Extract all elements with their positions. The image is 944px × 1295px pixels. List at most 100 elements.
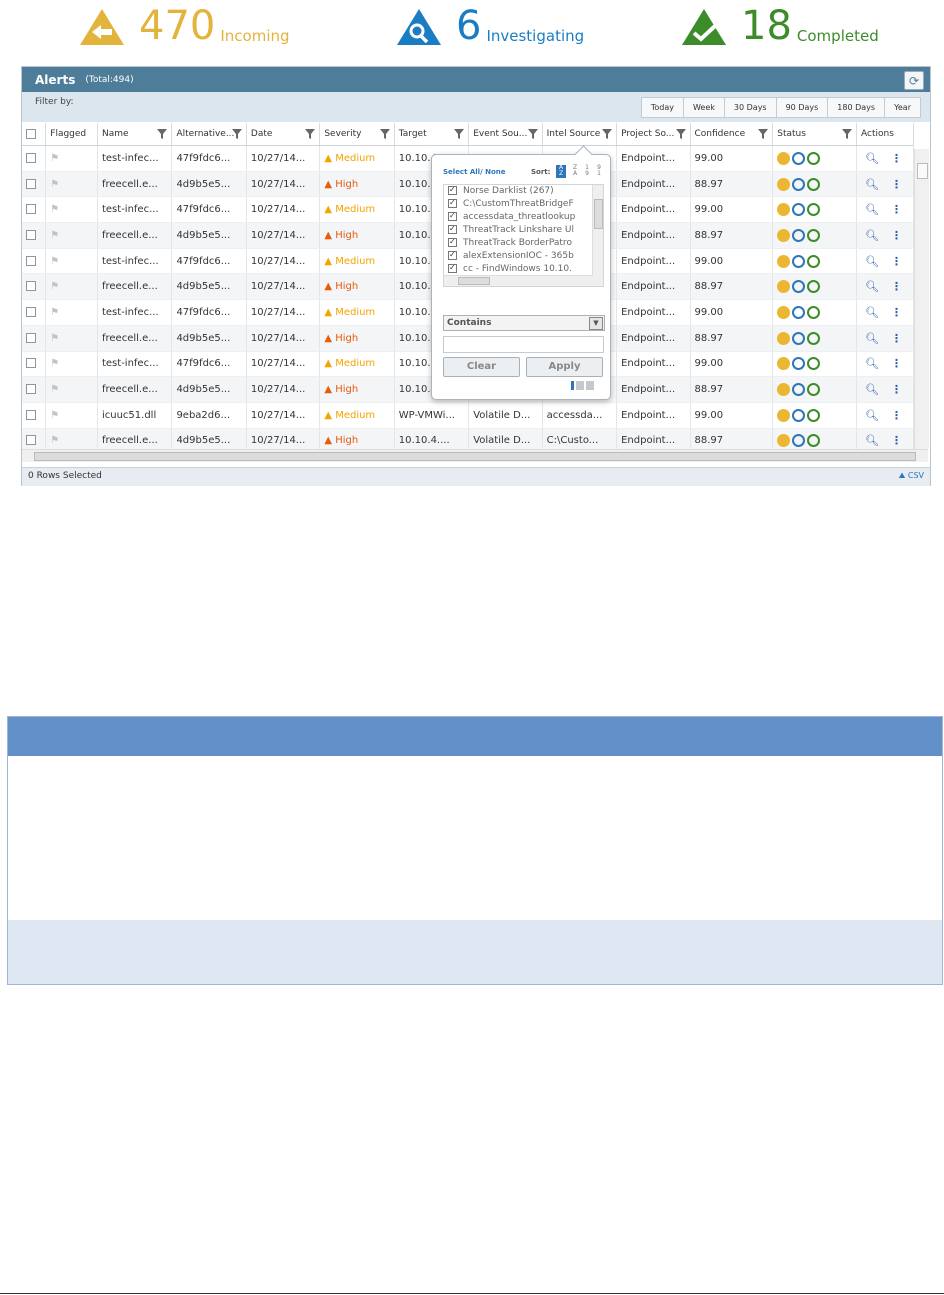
- column-header-name[interactable]: Name: [97, 123, 173, 146]
- table-vertical-scrollbar[interactable]: [914, 149, 929, 449]
- status-investigating-icon[interactable]: [792, 383, 806, 397]
- status-completed-icon[interactable]: [807, 177, 821, 191]
- investigate-search-icon[interactable]: 🔍︎: [865, 306, 879, 319]
- row-checkbox[interactable]: [26, 384, 36, 395]
- table-row[interactable]: ⚑ icuuc51.dll 9eba2d6... 10/27/14... ▲ Mediu…: [22, 402, 914, 429]
- filter-option-checkbox[interactable]: [448, 235, 457, 248]
- chevron-down-icon[interactable]: ▼: [589, 317, 603, 330]
- pager-dot[interactable]: [586, 381, 594, 390]
- status-incoming-icon[interactable]: [777, 203, 791, 217]
- select-all-header[interactable]: [22, 123, 47, 146]
- row-select-cell[interactable]: [22, 145, 47, 172]
- select-none-link[interactable]: None: [485, 168, 505, 176]
- status-incoming-icon[interactable]: [777, 383, 791, 397]
- row-select-cell[interactable]: [22, 325, 47, 352]
- row-checkbox[interactable]: [26, 152, 36, 163]
- filter-option[interactable]: C:\CustomThreatBridgeF: [444, 196, 603, 211]
- more-actions-icon[interactable]: ⋮: [891, 255, 902, 268]
- filter-operator-select[interactable]: Contains ▼: [443, 315, 605, 331]
- filter-funnel-icon[interactable]: [527, 129, 538, 139]
- filter-option-checkbox[interactable]: [448, 185, 457, 196]
- status-incoming-icon[interactable]: [777, 228, 791, 242]
- status-incoming-icon[interactable]: [777, 151, 791, 165]
- range-180-days-button[interactable]: 180 Days: [827, 97, 886, 118]
- filter-option[interactable]: Norse Darklist (267): [444, 185, 603, 198]
- filter-option-checkbox[interactable]: [448, 248, 457, 261]
- status-cell[interactable]: [772, 273, 858, 301]
- status-completed-icon[interactable]: [807, 151, 821, 165]
- flag-cell[interactable]: ⚑: [45, 351, 98, 378]
- flag-icon[interactable]: ⚑: [50, 358, 59, 369]
- flag-cell[interactable]: ⚑: [45, 248, 98, 275]
- investigate-search-icon[interactable]: 🔍︎: [865, 409, 879, 422]
- column-header-status[interactable]: Status: [772, 123, 858, 146]
- status-investigating-icon[interactable]: [792, 434, 806, 448]
- row-select-cell[interactable]: [22, 402, 47, 429]
- flag-icon[interactable]: ⚑: [50, 230, 59, 241]
- row-select-cell[interactable]: [22, 351, 47, 378]
- filter-option-checkbox[interactable]: [448, 209, 457, 222]
- pager-dot[interactable]: [576, 381, 584, 390]
- row-select-cell[interactable]: [22, 222, 47, 249]
- flag-icon[interactable]: ⚑: [50, 384, 59, 395]
- more-actions-icon[interactable]: ⋮: [891, 178, 902, 191]
- investigate-search-icon[interactable]: 🔍︎: [865, 178, 879, 191]
- column-header-date[interactable]: Date: [246, 123, 321, 146]
- pager-dot[interactable]: [571, 381, 574, 390]
- status-completed-icon[interactable]: [807, 434, 821, 448]
- clear-button[interactable]: Clear: [443, 357, 520, 377]
- status-completed-icon[interactable]: [807, 357, 821, 371]
- apply-button[interactable]: Apply: [526, 357, 603, 377]
- more-actions-icon[interactable]: ⋮: [891, 332, 902, 345]
- refresh-icon[interactable]: ⟳: [904, 71, 924, 90]
- filter-option[interactable]: accessdata_threatlookup: [444, 209, 603, 224]
- investigate-search-icon[interactable]: 🔍︎: [865, 332, 879, 345]
- status-investigating-icon[interactable]: [792, 254, 806, 268]
- status-completed-icon[interactable]: [807, 331, 821, 345]
- more-actions-icon[interactable]: ⋮: [891, 152, 902, 165]
- more-actions-icon[interactable]: ⋮: [891, 409, 902, 422]
- options-vertical-scrollbar[interactable]: [592, 185, 603, 286]
- flag-icon[interactable]: ⚑: [50, 281, 59, 292]
- status-completed-icon[interactable]: [807, 203, 821, 217]
- investigate-search-icon[interactable]: 🔍︎: [865, 383, 879, 396]
- row-checkbox[interactable]: [26, 178, 36, 189]
- status-cell[interactable]: [772, 171, 858, 198]
- status-incoming-icon[interactable]: [777, 280, 791, 294]
- investigate-search-icon[interactable]: 🔍︎: [865, 203, 879, 216]
- status-cell[interactable]: [772, 376, 858, 403]
- filter-funnel-icon[interactable]: [675, 129, 686, 139]
- row-select-cell[interactable]: [22, 299, 47, 326]
- kpi-investigating[interactable]: 6 Investigating: [396, 6, 584, 46]
- investigate-search-icon[interactable]: 🔍︎: [865, 229, 879, 242]
- filter-option[interactable]: ThreatTrack BorderPatro: [444, 235, 603, 250]
- status-cell[interactable]: [772, 145, 858, 172]
- flag-cell[interactable]: ⚑: [45, 273, 98, 301]
- status-investigating-icon[interactable]: [792, 408, 806, 422]
- filter-funnel-icon[interactable]: [758, 129, 769, 139]
- column-header-confidence[interactable]: Confidence: [690, 123, 774, 146]
- status-investigating-icon[interactable]: [792, 305, 806, 319]
- more-actions-icon[interactable]: ⋮: [891, 306, 902, 319]
- flag-cell[interactable]: ⚑: [45, 325, 98, 352]
- row-checkbox[interactable]: [26, 255, 36, 266]
- range-week-button[interactable]: Week: [682, 97, 725, 118]
- flag-cell[interactable]: ⚑: [45, 145, 98, 172]
- filter-funnel-icon[interactable]: [231, 129, 242, 139]
- flag-cell[interactable]: ⚑: [45, 402, 98, 429]
- row-select-cell[interactable]: [22, 196, 47, 224]
- status-completed-icon[interactable]: [807, 280, 821, 294]
- row-checkbox[interactable]: [26, 306, 36, 317]
- filter-option-checkbox[interactable]: [448, 196, 457, 209]
- investigate-search-icon[interactable]: 🔍︎: [865, 152, 879, 165]
- status-completed-icon[interactable]: [807, 254, 821, 268]
- range-today-button[interactable]: Today: [640, 97, 684, 118]
- status-incoming-icon[interactable]: [777, 408, 791, 422]
- filter-funnel-icon[interactable]: [602, 129, 613, 139]
- investigate-search-icon[interactable]: 🔍︎: [865, 434, 879, 447]
- flag-cell[interactable]: ⚑: [45, 171, 98, 198]
- status-incoming-icon[interactable]: [777, 305, 791, 319]
- flag-icon[interactable]: ⚑: [50, 153, 59, 164]
- filter-funnel-icon[interactable]: [454, 129, 465, 139]
- flag-cell[interactable]: ⚑: [45, 376, 98, 403]
